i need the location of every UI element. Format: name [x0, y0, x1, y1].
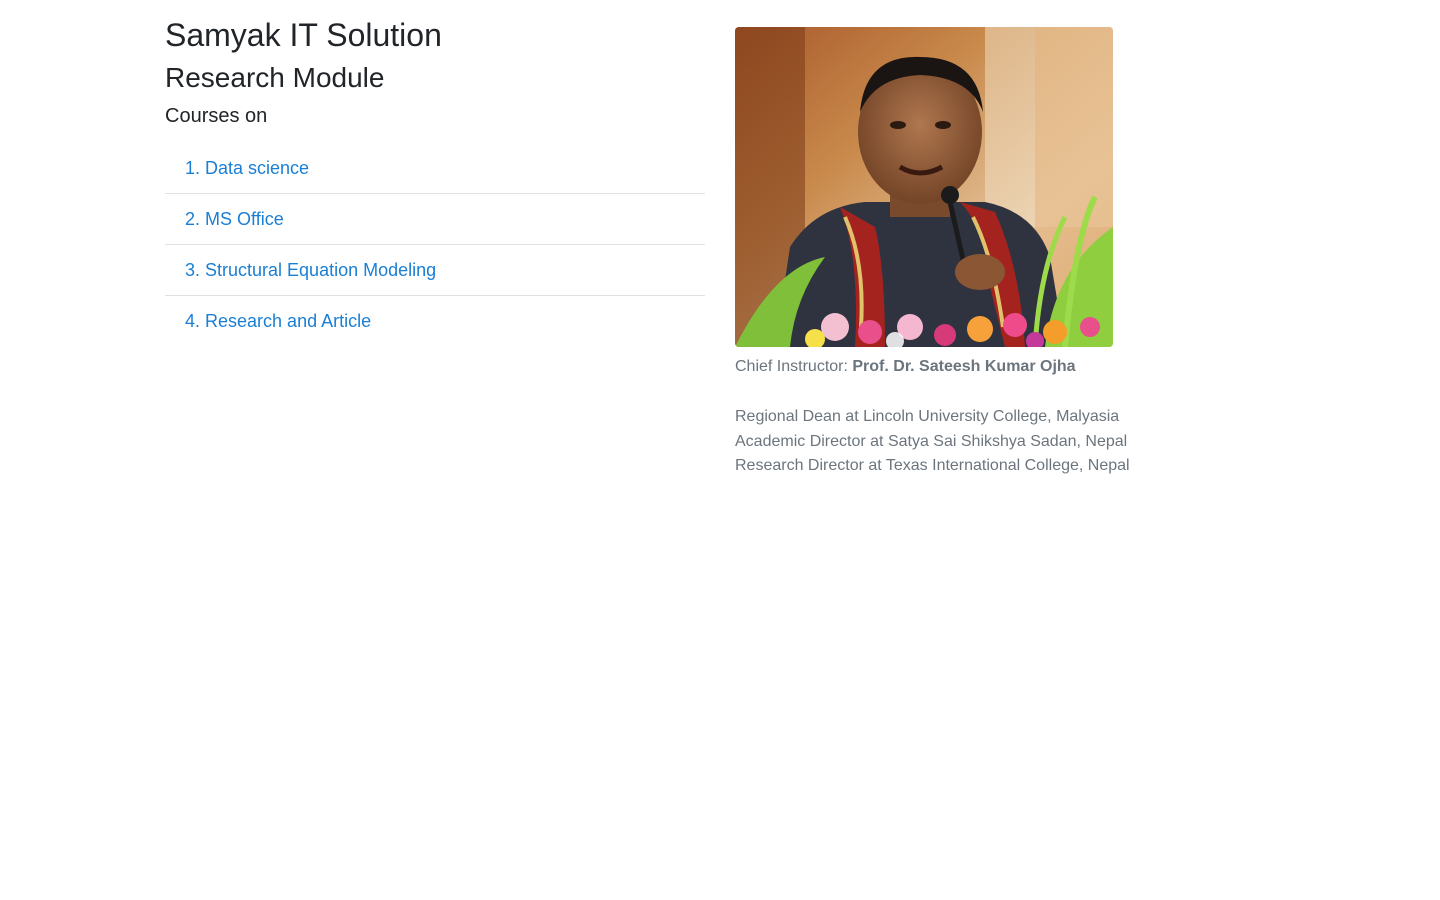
course-list-item: 2. MS Office [165, 194, 705, 245]
module-title: Research Module [165, 62, 385, 93]
course-link-sem[interactable]: 3. Structural Equation Modeling [185, 260, 436, 281]
course-number: 2. [185, 208, 206, 229]
instructor-column: Chief Instructor: Prof. Dr. Sateesh Kuma… [735, 27, 1155, 479]
course-link-research-article[interactable]: 4. Research and Article [185, 311, 371, 332]
caption-prefix: Chief Instructor: [735, 358, 853, 375]
course-list: 1. Data science 2. MS Office 3. Structur… [165, 143, 705, 346]
course-list-item: 1. Data science [165, 143, 705, 194]
role-line: Regional Dean at Lincoln University Coll… [735, 408, 1120, 425]
page: Samyak IT Solution Research Module Cours… [0, 0, 1440, 900]
course-label: Structural Equation Modeling [205, 259, 437, 280]
course-link-ms-office[interactable]: 2. MS Office [185, 209, 284, 230]
course-link-data-science[interactable]: 1. Data science [185, 158, 309, 179]
course-label: MS Office [205, 208, 284, 229]
course-label: Data science [205, 157, 310, 178]
course-number: 1. [185, 157, 206, 178]
instructor-photo [735, 27, 1113, 347]
course-label: Research and Article [205, 310, 372, 331]
course-number: 3. [185, 259, 206, 280]
course-number: 4. [185, 310, 206, 331]
site-title: Samyak IT Solution [165, 17, 442, 53]
instructor-caption: Chief Instructor: Prof. Dr. Sateesh Kuma… [735, 357, 1155, 377]
instructor-name: Prof. Dr. Sateesh Kumar Ojha [852, 358, 1076, 375]
course-list-item: 3. Structural Equation Modeling [165, 245, 705, 296]
courses-heading: Courses on [165, 105, 268, 127]
role-line: Academic Director at Satya Sai Shikshya … [735, 432, 1128, 450]
role-line: Research Director at Texas International… [735, 457, 1130, 474]
course-list-item: 4. Research and Article [165, 296, 705, 346]
instructor-roles: Regional Dean at Lincoln University Coll… [735, 405, 1155, 479]
